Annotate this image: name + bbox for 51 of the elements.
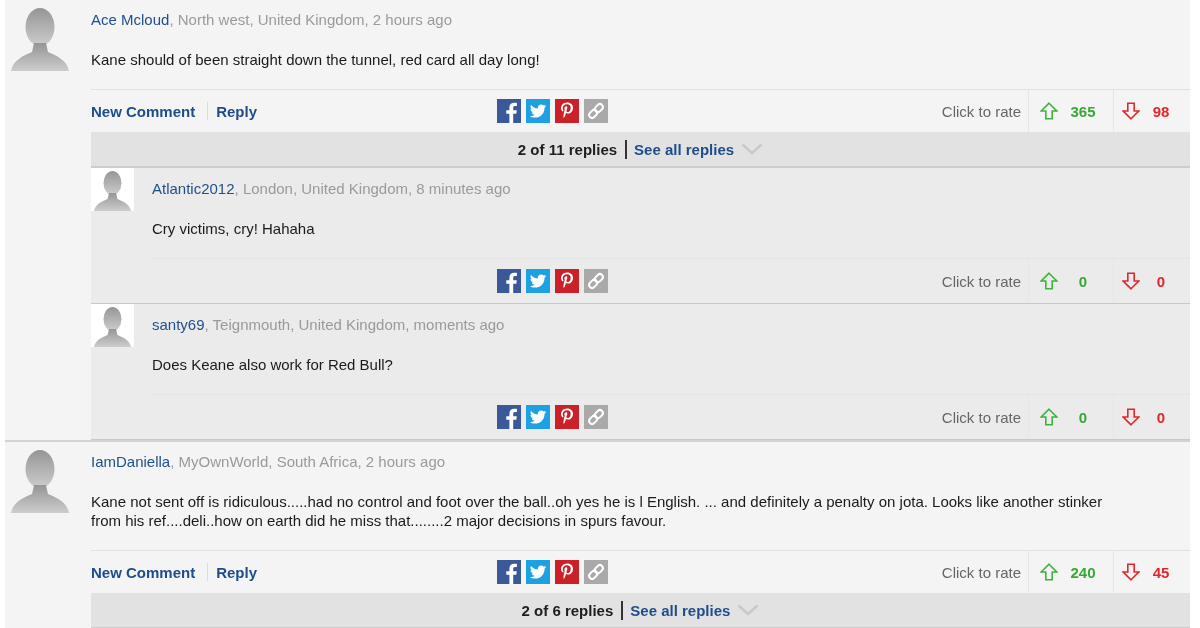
- comment-details: , Teignmouth, United Kingdom, moments ago: [204, 316, 505, 333]
- pinterest-icon[interactable]: [555, 99, 579, 123]
- up-arrow-icon: [1040, 272, 1058, 290]
- pinterest-icon[interactable]: [555, 560, 579, 584]
- down-arrow-icon: [1122, 408, 1140, 426]
- rate-label: Click to rate: [941, 563, 1021, 581]
- comment-action-link[interactable]: Reply: [216, 563, 258, 581]
- comment-action-link[interactable]: New Comment: [91, 563, 196, 581]
- downvote-button[interactable]: 0: [1113, 395, 1179, 439]
- twitter-icon[interactable]: [526, 269, 550, 293]
- down-arrow-icon: [1122, 563, 1140, 581]
- facebook-icon[interactable]: [497, 405, 521, 429]
- comment-action-link[interactable]: Reply: [216, 102, 258, 120]
- twitter-icon[interactable]: [526, 405, 550, 429]
- author-link[interactable]: Ace Mcloud: [91, 11, 170, 28]
- comment-text: Does Keane also work for Red Bull?: [152, 355, 394, 374]
- link-icon[interactable]: [584, 99, 608, 123]
- comment-text: Cry victims, cry! Hahaha: [152, 219, 316, 238]
- downvote-button[interactable]: 0: [1113, 259, 1179, 303]
- twitter-icon[interactable]: [526, 560, 550, 584]
- up-arrow-icon: [1040, 408, 1058, 426]
- twitter-icon[interactable]: [526, 99, 550, 123]
- comment-details: , London, United Kingdom, 8 minutes ago: [234, 180, 511, 197]
- up-arrow-icon: [1040, 563, 1058, 581]
- link-icon[interactable]: [584, 269, 608, 293]
- rate-label: Click to rate: [941, 408, 1021, 426]
- see-all-replies-link[interactable]: See all replies: [630, 601, 731, 619]
- pinterest-icon[interactable]: [555, 269, 579, 293]
- down-arrow-icon: [1122, 272, 1140, 290]
- reply-count: 2 of 11 replies: [517, 140, 618, 158]
- facebook-icon[interactable]: [497, 269, 521, 293]
- avatar-icon: [91, 168, 134, 211]
- facebook-icon[interactable]: [497, 99, 521, 123]
- link-icon[interactable]: [584, 560, 608, 584]
- author-link[interactable]: Atlantic2012: [152, 180, 235, 197]
- down-arrow-icon: [1122, 102, 1140, 120]
- comment-text: Kane not sent off is ridiculous.....had no control and foot over the ball..oh yes he is l English. ... and definitely a penalty on jota. Looks like another stinker from his ref....deli..how on earth did he miss that........2 major decisions in spurs favour.: [91, 492, 1104, 530]
- avatar-icon: [91, 304, 134, 347]
- comment-details: , MyOwnWorld, South Africa, 2 hours ago: [170, 453, 446, 470]
- pinterest-icon[interactable]: [555, 405, 579, 429]
- comment-details: , North west, United Kingdom, 2 hours ago: [169, 11, 453, 28]
- author-link[interactable]: santy69: [152, 316, 205, 333]
- up-arrow-icon: [1040, 102, 1058, 120]
- rate-label: Click to rate: [941, 102, 1021, 120]
- comment-action-link[interactable]: New Comment: [91, 102, 196, 120]
- facebook-icon[interactable]: [497, 560, 521, 584]
- rate-label: Click to rate: [941, 272, 1021, 290]
- reply-count: 2 of 6 replies: [521, 601, 614, 619]
- link-icon[interactable]: [584, 405, 608, 429]
- comment-text: Kane should of been straight down the tunnel, red card all day long!: [91, 50, 541, 69]
- see-all-replies-link[interactable]: See all replies: [634, 140, 735, 158]
